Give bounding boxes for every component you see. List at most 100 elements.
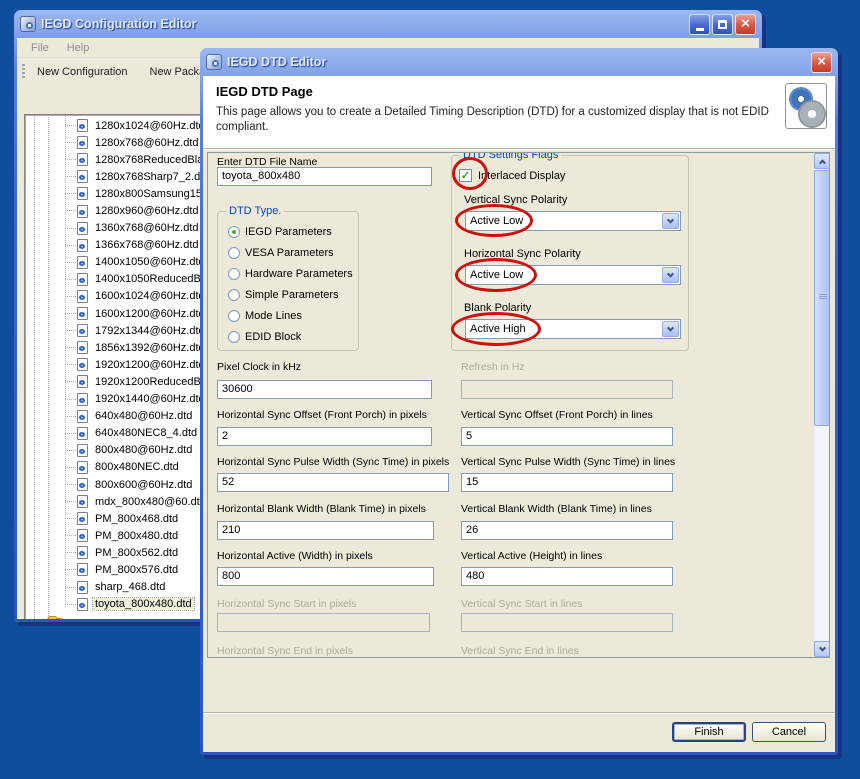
dtd-type-group: DTD Type. IEGD Parameters VESA Parameter… [217, 211, 359, 351]
dtd-file-icon-dot [79, 517, 85, 522]
dtd-file-icon [77, 427, 88, 440]
tree-item[interactable]: 1360x768@60Hz.dtd [25, 220, 221, 237]
radio-iegd-parameters[interactable]: IEGD Parameters [228, 225, 332, 239]
tree-item[interactable]: 1400x1050@60Hz.dtd [25, 254, 221, 271]
tree-item[interactable]: 1920x1200ReducedBla [25, 373, 221, 390]
dtd-file-icon-dot [79, 534, 85, 539]
radio-hardware-parameters[interactable]: Hardware Parameters [228, 267, 353, 281]
toolbar-new-configuration[interactable]: New Configuration [33, 63, 132, 81]
dialog-titlebar[interactable]: IEGD DTD Editor × [200, 48, 838, 76]
tree-item[interactable]: mdx_800x480@60.dtd [25, 493, 221, 510]
tree-item[interactable]: 1280x800Samsung15_ [25, 185, 221, 202]
close-button[interactable]: × [735, 14, 756, 35]
dialog-close-button[interactable]: × [811, 52, 832, 73]
chevron-down-icon[interactable] [662, 213, 679, 229]
tree-item[interactable]: 1280x960@60Hz.dtd [25, 202, 221, 219]
vsync-offset-field[interactable]: 5 [461, 427, 673, 446]
radio-edid-block[interactable]: EDID Block [228, 330, 301, 344]
tree-item[interactable]: 640x480NEC8_4.dtd [25, 425, 221, 442]
tree-item[interactable]: 1600x1024@60Hz.dtd [25, 288, 221, 305]
cancel-button[interactable]: Cancel [752, 722, 826, 742]
tree-item[interactable]: PM_800x576.dtd [25, 561, 221, 578]
scrollbar-thumb[interactable] [814, 170, 830, 426]
pixel-clock-field[interactable]: 30600 [217, 380, 432, 399]
hactive-field[interactable]: 800 [217, 567, 434, 586]
tree-item[interactable]: 1920x1200@60Hz.dtd [25, 356, 221, 373]
dtd-file-icon [77, 529, 88, 542]
tree-item[interactable]: 1792x1344@60Hz.dtd [25, 322, 221, 339]
dtd-file-icon [77, 136, 88, 149]
tree-item[interactable]: 1280x768Sharp7_2.dtd [25, 168, 221, 185]
scroll-up-button[interactable] [814, 153, 830, 169]
dtd-file-list: 1280x1024@60Hz.dtd 1280x768@60Hz.dtd 128… [25, 117, 221, 613]
dtd-file-icon [77, 563, 88, 576]
dtd-file-icon [77, 495, 88, 508]
dtd-file-icon [77, 187, 88, 200]
dtd-file-icon [77, 478, 88, 491]
hsync-offset-field[interactable]: 2 [217, 427, 432, 446]
refresh-field [461, 380, 673, 399]
dtd-file-icon-dot [79, 415, 85, 420]
dtd-file-icon [77, 307, 88, 320]
vertical-scrollbar[interactable] [813, 153, 829, 657]
tree-item[interactable]: 800x600@60Hz.dtd [25, 476, 221, 493]
radio-vesa-parameters[interactable]: VESA Parameters [228, 246, 334, 260]
dtd-file-icon [77, 393, 88, 406]
radio-off-icon [228, 331, 240, 343]
maximize-button[interactable] [712, 14, 733, 35]
radio-simple-parameters[interactable]: Simple Parameters [228, 288, 339, 302]
page-description: This page allows you to create a Detaile… [216, 105, 786, 135]
tree-item[interactable]: PM_800x468.dtd [25, 510, 221, 527]
tree-item[interactable]: 1366x768@60Hz.dtd [25, 237, 221, 254]
tree-item[interactable]: 1400x1050ReducedBla [25, 271, 221, 288]
vblank-field[interactable]: 26 [461, 521, 673, 540]
tree-item-documentation[interactable]: + documentation [25, 615, 144, 619]
dtd-file-icon-dot [79, 175, 85, 180]
main-window-titlebar[interactable]: IEGD Configuration Editor × [14, 10, 762, 38]
dialog-client: IEGD DTD Page This page allows you to cr… [203, 76, 835, 752]
dtd-file-icon [77, 119, 88, 132]
tree-item[interactable]: PM_800x562.dtd [25, 544, 221, 561]
close-icon: × [817, 54, 826, 69]
tree-item[interactable]: 1280x768ReducedBlan [25, 151, 221, 168]
dtd-file-icon [77, 581, 88, 594]
vactive-field[interactable]: 480 [461, 567, 673, 586]
chevron-down-icon[interactable] [662, 321, 679, 337]
refresh-label: Refresh in Hz [461, 361, 525, 373]
tree-item[interactable]: 1600x1200@60Hz.dtd [25, 305, 221, 322]
tree-item[interactable]: 640x480@60Hz.dtd [25, 408, 221, 425]
tree-item[interactable]: toyota_800x480.dtd [25, 596, 221, 613]
dtd-file-icon [77, 170, 88, 183]
tree-item[interactable]: PM_800x480.dtd [25, 527, 221, 544]
dtd-file-icon [77, 410, 88, 423]
gears-icon [785, 83, 827, 129]
tree-item[interactable]: 1920x1440@60Hz.dtd [25, 391, 221, 408]
hblank-field[interactable]: 210 [217, 521, 434, 540]
hactive-label: Horizontal Active (Width) in pixels [217, 550, 373, 562]
tree-item[interactable]: sharp_468.dtd [25, 579, 221, 596]
folder-icon [47, 618, 63, 619]
radio-mode-lines[interactable]: Mode Lines [228, 309, 302, 323]
tree-item[interactable]: 1856x1392@60Hz.dtd [25, 339, 221, 356]
menu-file[interactable]: File [23, 40, 57, 56]
hsync-pulse-field[interactable]: 52 [217, 473, 449, 492]
minimize-button[interactable] [689, 14, 710, 35]
dtd-file-icon [77, 153, 88, 166]
pixel-clock-label: Pixel Clock in kHz [217, 361, 301, 373]
menu-help[interactable]: Help [59, 40, 98, 56]
finish-button[interactable]: Finish [672, 722, 746, 742]
dtd-file-icon-dot [79, 124, 85, 129]
dtd-file-icon-dot [79, 449, 85, 454]
tree-item[interactable]: 1280x1024@60Hz.dtd [25, 117, 221, 134]
chevron-down-icon[interactable] [662, 267, 679, 283]
vsync-pulse-field[interactable]: 15 [461, 473, 673, 492]
file-name-input[interactable]: toyota_800x480 [217, 167, 432, 186]
dtd-file-icon-dot [79, 603, 85, 608]
tree-item[interactable]: 800x480@60Hz.dtd [25, 442, 221, 459]
dtd-file-icon [77, 324, 88, 337]
dtd-file-icon-dot [79, 210, 85, 215]
scroll-down-button[interactable] [814, 641, 830, 657]
annotation-circle-blank [451, 312, 541, 346]
tree-item[interactable]: 800x480NEC.dtd [25, 459, 221, 476]
tree-item[interactable]: 1280x768@60Hz.dtd [25, 134, 221, 151]
